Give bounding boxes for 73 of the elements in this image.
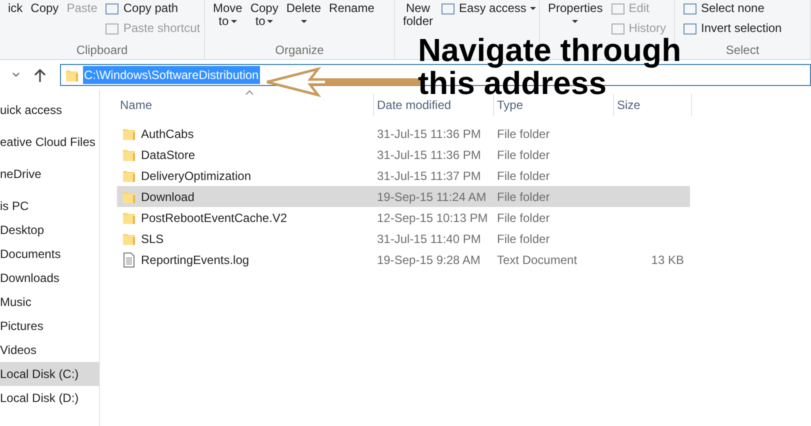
file-row[interactable]: AuthCabs 31-Jul-15 11:36 PM File folder bbox=[117, 123, 690, 144]
small-icon bbox=[441, 2, 456, 14]
ribbon-button[interactable]: Copy path bbox=[105, 2, 200, 15]
column-header[interactable]: Date modified bbox=[377, 96, 452, 114]
size-cell: 13 KB bbox=[651, 252, 684, 266]
file-row[interactable]: DeliveryOptimization 31-Jul-15 11:37 PM File folder bbox=[117, 165, 690, 186]
small-icon bbox=[105, 22, 120, 34]
document-icon bbox=[122, 252, 136, 268]
group-label: Select bbox=[726, 42, 760, 59]
address-text: C:\Windows\SoftwareDistribution bbox=[83, 66, 260, 84]
file-row[interactable]: PostRebootEventCache.V2 12-Sep-15 10:13 PM File folder bbox=[117, 207, 690, 228]
sidebar-item[interactable]: Documents bbox=[0, 242, 99, 266]
column-header[interactable]: Type bbox=[497, 96, 524, 114]
date-cell: 31-Jul-15 11:37 PM bbox=[377, 168, 481, 182]
file-row[interactable]: ReportingEvents.log 19-Sep-15 9:28 AM Text Document 13 KB bbox=[117, 249, 690, 270]
type-cell: File folder bbox=[497, 210, 550, 224]
file-name: SLS bbox=[141, 230, 164, 248]
sidebar-item[interactable]: is PC bbox=[0, 194, 99, 218]
date-cell: 19-Sep-15 9:28 AM bbox=[377, 252, 480, 266]
ribbon-button[interactable]: Easy access bbox=[441, 2, 536, 15]
sidebar-item[interactable]: Videos bbox=[0, 338, 99, 362]
sort-caret-icon bbox=[245, 90, 254, 95]
file-name: Download bbox=[141, 188, 194, 206]
ribbon-button[interactable]: Copy to bbox=[250, 2, 278, 28]
date-cell: 12-Sep-15 10:13 PM bbox=[377, 210, 488, 224]
ribbon-button[interactable]: Delete bbox=[286, 2, 322, 28]
file-name: DeliveryOptimization bbox=[141, 168, 252, 184]
ribbon-button[interactable]: Rename bbox=[329, 2, 374, 15]
file-name: PostRebootEventCache.V2 bbox=[141, 210, 288, 226]
group-label: Organize bbox=[275, 42, 324, 59]
up-arrow-icon[interactable] bbox=[34, 68, 46, 82]
type-cell: File folder bbox=[497, 148, 550, 162]
small-icon bbox=[683, 22, 697, 34]
sidebar-item[interactable]: Desktop bbox=[0, 218, 99, 242]
date-cell: 31-Jul-15 11:36 PM bbox=[377, 126, 481, 140]
sidebar-item[interactable]: Local Disk (D:) bbox=[0, 386, 99, 410]
file-name: DataStore bbox=[141, 146, 196, 164]
small-icon bbox=[105, 2, 120, 14]
date-cell: 31-Jul-15 11:40 PM bbox=[377, 232, 481, 246]
type-cell: Text Document bbox=[497, 252, 578, 266]
sidebar-item[interactable]: uick access bbox=[0, 98, 99, 122]
ribbon-button[interactable]: Copy bbox=[30, 2, 59, 15]
file-name: AuthCabs bbox=[141, 126, 194, 142]
sidebar-item[interactable]: Downloads bbox=[0, 266, 99, 290]
file-row[interactable]: Download 19-Sep-15 11:24 AM File folder bbox=[117, 186, 690, 207]
type-cell: File folder bbox=[497, 168, 550, 182]
chevron-down-icon[interactable] bbox=[12, 72, 20, 78]
group-label: Clipboard bbox=[76, 42, 128, 59]
file-row[interactable]: SLS 31-Jul-15 11:40 PM File folder bbox=[117, 228, 690, 249]
ribbon-button[interactable]: Properties bbox=[548, 2, 603, 28]
sidebar-item[interactable]: Local Disk (C:) bbox=[0, 362, 99, 386]
small-icon bbox=[683, 2, 697, 14]
file-name: ReportingEvents.log bbox=[141, 252, 250, 268]
sidebar-item[interactable]: eative Cloud Files bbox=[0, 130, 99, 154]
ribbon-button[interactable]: Invert selection bbox=[683, 22, 782, 35]
type-cell: File folder bbox=[497, 126, 550, 140]
small-icon bbox=[610, 22, 625, 34]
sidebar-item[interactable]: neDrive bbox=[0, 162, 99, 186]
sidebar-item[interactable]: Music bbox=[0, 290, 99, 314]
date-cell: 31-Jul-15 11:36 PM bbox=[377, 148, 481, 162]
type-cell: File folder bbox=[497, 232, 550, 246]
ribbon-button[interactable]: Select none bbox=[683, 2, 782, 15]
ribbon-button[interactable]: New folder bbox=[403, 2, 434, 28]
file-row[interactable]: DataStore 31-Jul-15 11:36 PM File folder bbox=[117, 144, 690, 165]
column-header[interactable]: Size bbox=[617, 96, 640, 114]
date-cell: 19-Sep-15 11:24 AM bbox=[377, 190, 486, 204]
column-header[interactable]: Name bbox=[120, 96, 152, 114]
ribbon-button[interactable]: Move to bbox=[213, 2, 242, 28]
ribbon-button[interactable]: ick bbox=[8, 2, 23, 15]
small-icon bbox=[610, 2, 625, 14]
sidebar-item[interactable]: Pictures bbox=[0, 314, 99, 338]
type-cell: File folder bbox=[497, 190, 550, 204]
folder-icon bbox=[65, 68, 79, 82]
